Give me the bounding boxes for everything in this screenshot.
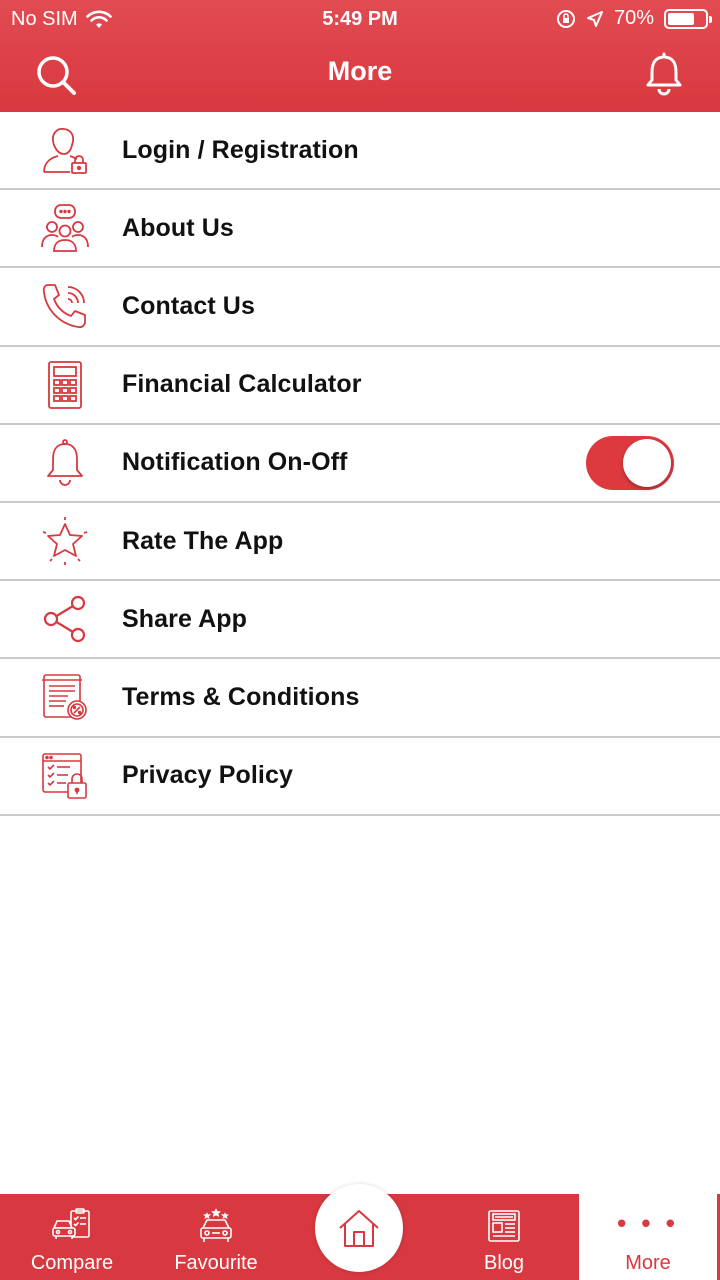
notification-toggle[interactable]: [586, 435, 674, 490]
menu-item-terms[interactable]: Terms & Conditions: [0, 659, 720, 738]
star-icon: [40, 516, 90, 566]
tab-favourite[interactable]: Favourite: [144, 1194, 288, 1280]
bell-icon[interactable]: [644, 52, 684, 96]
menu-item-financial-calculator[interactable]: Financial Calculator: [0, 347, 720, 425]
home-icon: [339, 1210, 379, 1247]
compare-icon: [52, 1208, 90, 1239]
tab-compare[interactable]: Compare: [0, 1194, 144, 1280]
tab-blog-label: Blog: [483, 1252, 525, 1274]
menu-item-privacy-policy[interactable]: Privacy Policy: [0, 738, 720, 816]
tab-more[interactable]: • • • More: [579, 1194, 717, 1280]
menu-label: Login / Registration: [122, 135, 359, 164]
phone-icon: [40, 281, 90, 331]
menu-item-share-app[interactable]: Share App: [0, 581, 720, 660]
status-bar: No SIM 5:49 PM 70%: [0, 0, 720, 38]
app-header: No SIM 5:49 PM 70% More: [0, 0, 720, 112]
menu-item-notification: Notification On-Off: [0, 425, 720, 503]
toggle-knob: [623, 438, 671, 487]
document-icon: [40, 672, 90, 722]
home-button[interactable]: [315, 1184, 403, 1272]
menu-list: Login / Registration About Us Contact Us…: [0, 112, 720, 816]
battery-percent: 70%: [613, 7, 654, 29]
nav-bar: More: [0, 38, 720, 112]
share-icon: [40, 594, 90, 644]
tab-favourite-label: Favourite: [174, 1252, 258, 1274]
team-icon: [40, 203, 90, 253]
menu-label: Terms & Conditions: [122, 682, 360, 711]
more-dots-icon: • • •: [617, 1208, 679, 1238]
orientation-lock-icon: [556, 9, 575, 28]
location-arrow-icon: [586, 10, 603, 27]
menu-item-rate-app[interactable]: Rate The App: [0, 503, 720, 582]
menu-label: Contact Us: [122, 291, 255, 320]
menu-label: Rate The App: [122, 526, 284, 555]
newspaper-icon: [488, 1210, 520, 1242]
favourite-car-icon: [200, 1208, 232, 1242]
status-right: 70%: [556, 7, 712, 30]
bell-icon: [40, 438, 90, 488]
user-lock-icon: [40, 125, 90, 175]
page-title: More: [327, 56, 393, 86]
battery-icon: [664, 8, 712, 29]
menu-label: Financial Calculator: [122, 370, 362, 399]
tab-more-label: More: [625, 1252, 671, 1274]
menu-item-login[interactable]: Login / Registration: [0, 112, 720, 191]
menu-item-contact-us[interactable]: Contact Us: [0, 268, 720, 347]
tab-blog[interactable]: Blog: [432, 1194, 576, 1280]
menu-label: About Us: [122, 213, 234, 242]
menu-label: Notification On-Off: [122, 448, 348, 477]
privacy-lock-icon: [40, 751, 90, 801]
calculator-icon: [40, 360, 90, 410]
tab-compare-label: Compare: [30, 1252, 114, 1274]
menu-label: Privacy Policy: [122, 761, 293, 790]
menu-item-about-us[interactable]: About Us: [0, 190, 720, 269]
menu-label: Share App: [122, 604, 247, 633]
